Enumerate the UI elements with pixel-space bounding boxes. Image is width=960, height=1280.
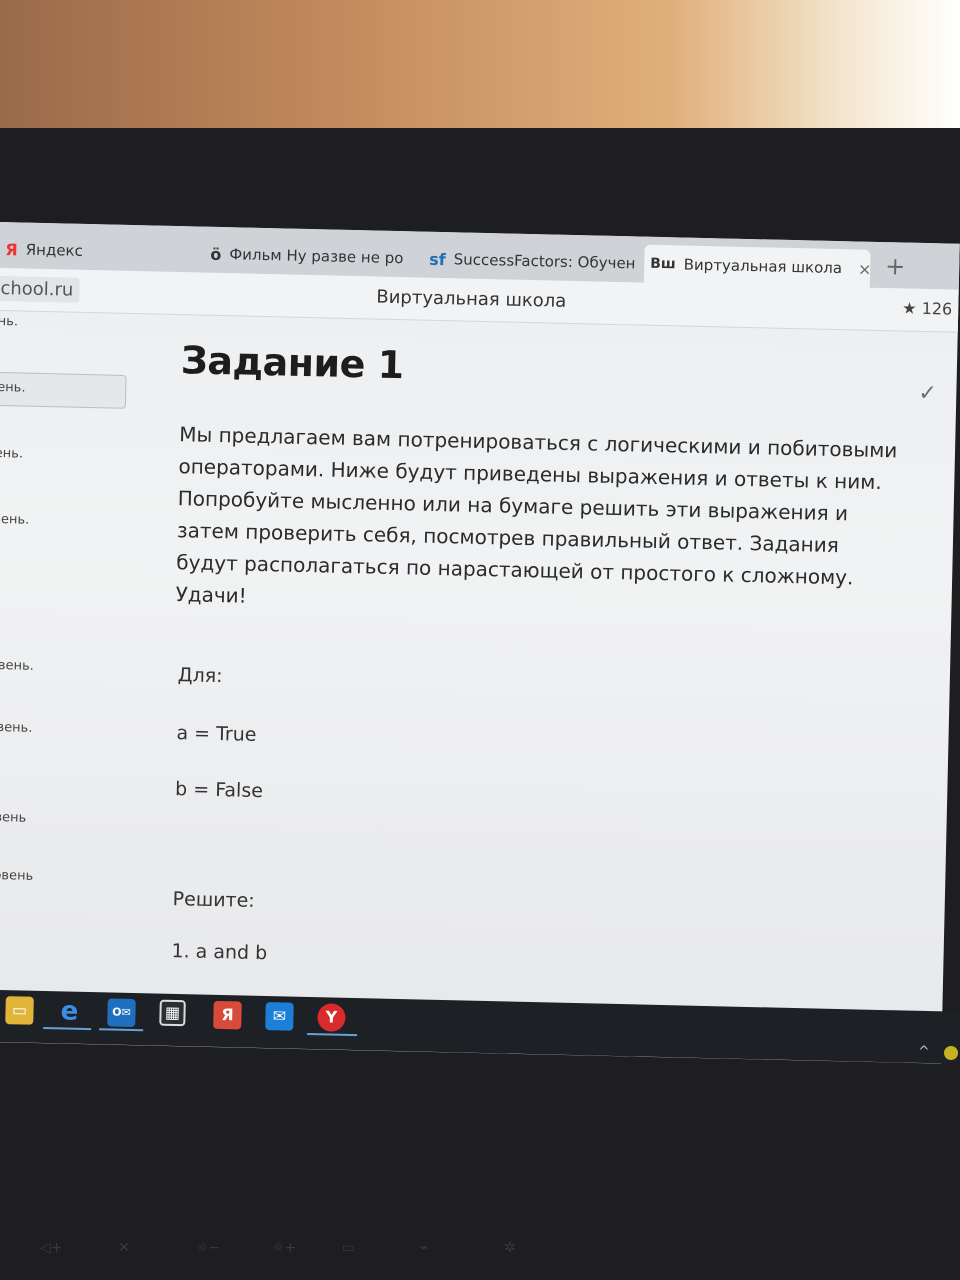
course-sidebar: нь. ень. ень. вень. ь овень. овень. овен… xyxy=(0,310,138,1053)
sidebar-item[interactable]: ровень xyxy=(0,868,33,884)
wireless-key-icon: ⌁ xyxy=(420,1240,429,1256)
edge-icon[interactable]: e xyxy=(55,996,84,1026)
new-tab-button[interactable]: + xyxy=(885,252,906,280)
brightness-down-key-icon: ☼− xyxy=(196,1240,221,1256)
laptop-screen: Я Яндекс ö Фильм Ну разве не ро sf Succe… xyxy=(0,222,960,1064)
settings-key-icon: ✲ xyxy=(504,1240,516,1256)
variable-a: a = True xyxy=(176,722,257,746)
tab-yandex[interactable]: Я Яндекс xyxy=(0,230,196,272)
brightness-up-key-icon: ☼+ xyxy=(272,1240,297,1256)
mute-key-icon: ✕ xyxy=(118,1240,130,1256)
successfactors-icon: sf xyxy=(429,249,446,269)
tab-successfactors[interactable]: sf SuccessFactors: Обучен xyxy=(423,240,640,283)
page-title: Виртуальная школа xyxy=(376,286,567,312)
yandex-icon[interactable]: Я xyxy=(213,1000,242,1030)
taskbar-active-indicator xyxy=(43,1026,92,1031)
store-icon[interactable]: ▦ xyxy=(159,999,186,1027)
mail-icon[interactable]: ✉ xyxy=(265,1002,294,1031)
taskbar-active-indicator xyxy=(307,1032,358,1037)
file-explorer-icon[interactable]: ▭ xyxy=(5,996,34,1025)
display-key-icon: ▭ xyxy=(342,1240,356,1256)
sidebar-item[interactable]: овень. xyxy=(0,720,33,736)
taskbar-active-indicator xyxy=(99,1028,144,1032)
volume-down-key-icon: ◁+ xyxy=(40,1240,63,1256)
close-tab-icon[interactable]: × xyxy=(858,259,871,278)
sidebar-item[interactable]: овень. xyxy=(0,658,34,674)
sidebar-item[interactable]: ень. xyxy=(0,446,23,462)
task-title: Задание 1 xyxy=(180,338,405,388)
keyboard-function-keys: ◁+ ✕ ☼− ☼+ ▭ ⌁ ✲ xyxy=(0,1230,960,1280)
checkmark-icon: ✓ xyxy=(918,380,938,407)
tab-virtual-school[interactable]: Вш Виртуальная школа × xyxy=(643,244,871,288)
task-item: 1. a and b xyxy=(171,940,268,965)
yandex-browser-icon[interactable]: Y xyxy=(317,1003,346,1032)
url-field[interactable]: chool.ru xyxy=(0,275,80,303)
virtual-school-icon: Вш xyxy=(650,255,676,273)
variable-b: b = False xyxy=(174,778,264,803)
sidebar-item[interactable]: вень. xyxy=(0,512,29,528)
tab-label: Яндекс xyxy=(25,240,84,260)
tab-film[interactable]: ö Фильм Ну разве не ро xyxy=(204,235,416,278)
solve-label: Решите: xyxy=(172,888,255,912)
outlook-icon[interactable]: O✉ xyxy=(107,998,136,1028)
sidebar-item[interactable]: нь. xyxy=(0,314,18,329)
for-label: Для: xyxy=(177,664,223,688)
tab-label: Виртуальная школа xyxy=(683,255,843,278)
tab-label: SuccessFactors: Обучен xyxy=(453,250,636,273)
task-intro: Мы предлагаем вам потренироваться с логи… xyxy=(175,422,898,608)
sidebar-item-active[interactable]: ень. xyxy=(0,371,127,409)
tray-chevron-up-icon[interactable]: ^ xyxy=(918,1044,930,1060)
yandex-icon: Я xyxy=(5,239,18,259)
sidebar-item[interactable]: овень xyxy=(0,810,26,826)
tray-status-icon[interactable] xyxy=(944,1046,958,1060)
rating-star[interactable]: ★ 126 с xyxy=(902,298,960,318)
film-icon: ö xyxy=(210,244,222,264)
tab-label: Фильм Ну разве не ро xyxy=(229,245,404,268)
